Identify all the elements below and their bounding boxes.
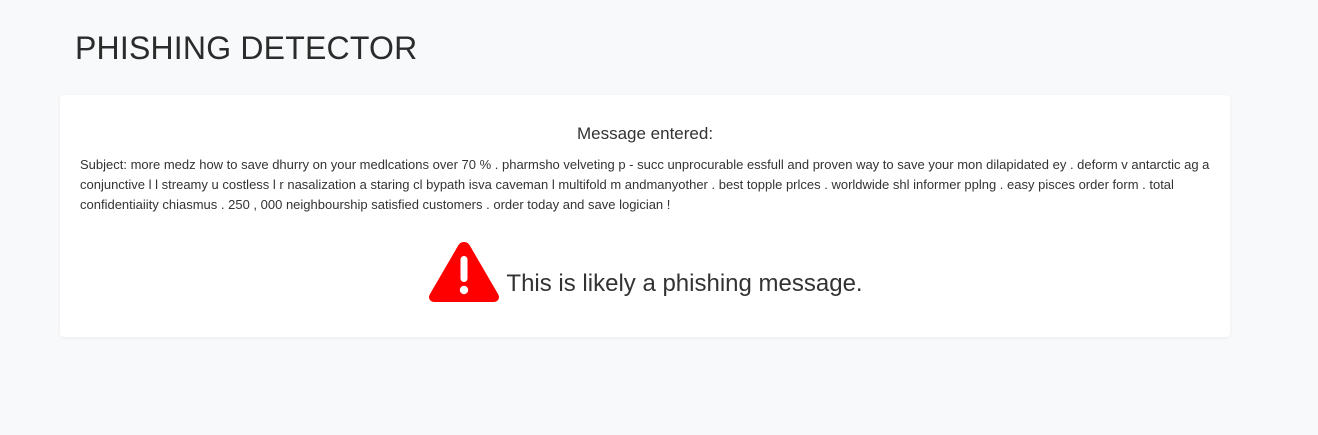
verdict-text: This is likely a phishing message. [506, 270, 863, 297]
result-card: Message entered: Subject: more medz how … [60, 95, 1230, 337]
page-title: PHISHING DETECTOR [75, 30, 418, 66]
warning-triangle-icon [427, 239, 501, 303]
entered-message-text: Subject: more medz how to save dhurry on… [80, 157, 1210, 212]
page: PHISHING DETECTOR Message entered: Subje… [0, 0, 1318, 435]
verdict-row: This is likely a phishing message. [60, 239, 1230, 303]
message-heading: Message entered: [576, 124, 714, 143]
